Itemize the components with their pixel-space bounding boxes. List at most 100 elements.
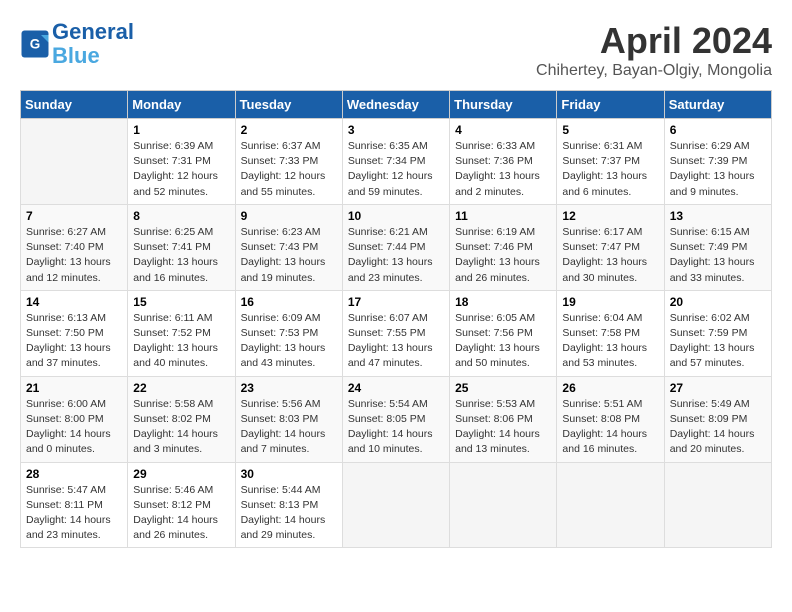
calendar-body: 1Sunrise: 6:39 AM Sunset: 7:31 PM Daylig… [21,119,772,548]
calendar-cell: 21 Sunrise: 6:00 AM Sunset: 8:00 PM Dayli… [21,376,128,462]
calendar-cell [450,462,557,548]
day-number: 9 [241,209,337,223]
day-number: 11 [455,209,551,223]
calendar-cell: 14 Sunrise: 6:13 AM Sunset: 7:50 PM Dayli… [21,290,128,376]
calendar-cell: 18 Sunrise: 6:05 AM Sunset: 7:56 PM Dayli… [450,290,557,376]
day-info: Sunrise: 6:25 AM Sunset: 7:41 PM Dayligh… [133,225,229,286]
day-header-wednesday: Wednesday [342,91,449,119]
day-info: Sunrise: 6:15 AM Sunset: 7:49 PM Dayligh… [670,225,766,286]
calendar-cell: 2 Sunrise: 6:37 AM Sunset: 7:33 PM Daylig… [235,119,342,205]
day-info: Sunrise: 6:05 AM Sunset: 7:56 PM Dayligh… [455,311,551,372]
day-info: Sunrise: 6:07 AM Sunset: 7:55 PM Dayligh… [348,311,444,372]
day-info: Sunrise: 5:58 AM Sunset: 8:02 PM Dayligh… [133,397,229,458]
calendar-cell: 29Sunrise: 5:46 AM Sunset: 8:12 PM Dayli… [128,462,235,548]
calendar-cell: 7Sunrise: 6:27 AM Sunset: 7:40 PM Daylig… [21,204,128,290]
day-number: 19 [562,295,658,309]
calendar-cell: 30Sunrise: 5:44 AM Sunset: 8:13 PM Dayli… [235,462,342,548]
day-info: Sunrise: 6:09 AM Sunset: 7:53 PM Dayligh… [241,311,337,372]
week-row-4: 28 Sunrise: 5:47 AM Sunset: 8:11 PM Dayli… [21,462,772,548]
day-info: Sunrise: 6:35 AM Sunset: 7:34 PM Dayligh… [348,139,444,200]
day-info: Sunrise: 5:46 AM Sunset: 8:12 PM Dayligh… [133,483,229,544]
day-number: 30 [241,467,337,481]
week-row-1: 7Sunrise: 6:27 AM Sunset: 7:40 PM Daylig… [21,204,772,290]
logo: G General Blue [20,20,134,68]
calendar-cell: 27 Sunrise: 5:49 AM Sunset: 8:09 PM Dayli… [664,376,771,462]
day-number: 17 [348,295,444,309]
calendar-cell: 17 Sunrise: 6:07 AM Sunset: 7:55 PM Dayli… [342,290,449,376]
day-header-sunday: Sunday [21,91,128,119]
day-number: 23 [241,381,337,395]
day-info: Sunrise: 6:11 AM Sunset: 7:52 PM Dayligh… [133,311,229,372]
week-row-3: 21 Sunrise: 6:00 AM Sunset: 8:00 PM Dayli… [21,376,772,462]
calendar-cell [664,462,771,548]
calendar-cell: 13 Sunrise: 6:15 AM Sunset: 7:49 PM Dayli… [664,204,771,290]
day-number: 8 [133,209,229,223]
calendar-cell: 28 Sunrise: 5:47 AM Sunset: 8:11 PM Dayli… [21,462,128,548]
day-number: 6 [670,123,766,137]
logo-general: General [52,19,134,44]
day-info: Sunrise: 6:33 AM Sunset: 7:36 PM Dayligh… [455,139,551,200]
calendar-cell: 3 Sunrise: 6:35 AM Sunset: 7:34 PM Daylig… [342,119,449,205]
calendar-cell: 26Sunrise: 5:51 AM Sunset: 8:08 PM Dayli… [557,376,664,462]
location-subtitle: Chihertey, Bayan-Olgiy, Mongolia [536,62,772,80]
day-info: Sunrise: 6:29 AM Sunset: 7:39 PM Dayligh… [670,139,766,200]
day-header-friday: Friday [557,91,664,119]
calendar-cell [21,119,128,205]
calendar-cell [557,462,664,548]
calendar-cell: 20 Sunrise: 6:02 AM Sunset: 7:59 PM Dayli… [664,290,771,376]
calendar-cell: 4 Sunrise: 6:33 AM Sunset: 7:36 PM Daylig… [450,119,557,205]
day-number: 16 [241,295,337,309]
day-number: 24 [348,381,444,395]
day-header-saturday: Saturday [664,91,771,119]
day-number: 22 [133,381,229,395]
day-number: 15 [133,295,229,309]
day-info: Sunrise: 6:02 AM Sunset: 7:59 PM Dayligh… [670,311,766,372]
calendar-cell: 8 Sunrise: 6:25 AM Sunset: 7:41 PM Daylig… [128,204,235,290]
day-number: 3 [348,123,444,137]
calendar-cell: 11Sunrise: 6:19 AM Sunset: 7:46 PM Dayli… [450,204,557,290]
calendar-cell: 9 Sunrise: 6:23 AM Sunset: 7:43 PM Daylig… [235,204,342,290]
day-number: 4 [455,123,551,137]
day-number: 10 [348,209,444,223]
calendar-header-row: SundayMondayTuesdayWednesdayThursdayFrid… [21,91,772,119]
day-info: Sunrise: 5:54 AM Sunset: 8:05 PM Dayligh… [348,397,444,458]
day-number: 21 [26,381,122,395]
calendar-cell: 23 Sunrise: 5:56 AM Sunset: 8:03 PM Dayli… [235,376,342,462]
calendar-cell: 6 Sunrise: 6:29 AM Sunset: 7:39 PM Daylig… [664,119,771,205]
day-info: Sunrise: 6:17 AM Sunset: 7:47 PM Dayligh… [562,225,658,286]
day-number: 18 [455,295,551,309]
day-number: 12 [562,209,658,223]
day-info: Sunrise: 6:21 AM Sunset: 7:44 PM Dayligh… [348,225,444,286]
calendar-cell: 1Sunrise: 6:39 AM Sunset: 7:31 PM Daylig… [128,119,235,205]
day-header-monday: Monday [128,91,235,119]
day-info: Sunrise: 6:37 AM Sunset: 7:33 PM Dayligh… [241,139,337,200]
day-info: Sunrise: 5:56 AM Sunset: 8:03 PM Dayligh… [241,397,337,458]
calendar-cell: 10 Sunrise: 6:21 AM Sunset: 7:44 PM Dayli… [342,204,449,290]
svg-text:G: G [30,37,41,52]
day-info: Sunrise: 6:31 AM Sunset: 7:37 PM Dayligh… [562,139,658,200]
day-number: 27 [670,381,766,395]
day-header-tuesday: Tuesday [235,91,342,119]
calendar-cell: 16 Sunrise: 6:09 AM Sunset: 7:53 PM Dayli… [235,290,342,376]
day-info: Sunrise: 6:04 AM Sunset: 7:58 PM Dayligh… [562,311,658,372]
day-number: 13 [670,209,766,223]
day-number: 2 [241,123,337,137]
day-info: Sunrise: 6:23 AM Sunset: 7:43 PM Dayligh… [241,225,337,286]
calendar-cell: 19 Sunrise: 6:04 AM Sunset: 7:58 PM Dayli… [557,290,664,376]
page-header: G General Blue April 2024 Chihertey, Bay… [20,20,772,80]
day-number: 20 [670,295,766,309]
calendar-cell: 22 Sunrise: 5:58 AM Sunset: 8:02 PM Dayli… [128,376,235,462]
calendar-cell: 25Sunrise: 5:53 AM Sunset: 8:06 PM Dayli… [450,376,557,462]
day-number: 5 [562,123,658,137]
day-number: 25 [455,381,551,395]
day-number: 14 [26,295,122,309]
calendar-cell: 15 Sunrise: 6:11 AM Sunset: 7:52 PM Dayli… [128,290,235,376]
day-info: Sunrise: 5:49 AM Sunset: 8:09 PM Dayligh… [670,397,766,458]
day-info: Sunrise: 6:00 AM Sunset: 8:00 PM Dayligh… [26,397,122,458]
day-number: 7 [26,209,122,223]
day-info: Sunrise: 6:13 AM Sunset: 7:50 PM Dayligh… [26,311,122,372]
calendar-cell: 12 Sunrise: 6:17 AM Sunset: 7:47 PM Dayli… [557,204,664,290]
day-number: 28 [26,467,122,481]
calendar-table: SundayMondayTuesdayWednesdayThursdayFrid… [20,90,772,548]
day-info: Sunrise: 5:47 AM Sunset: 8:11 PM Dayligh… [26,483,122,544]
